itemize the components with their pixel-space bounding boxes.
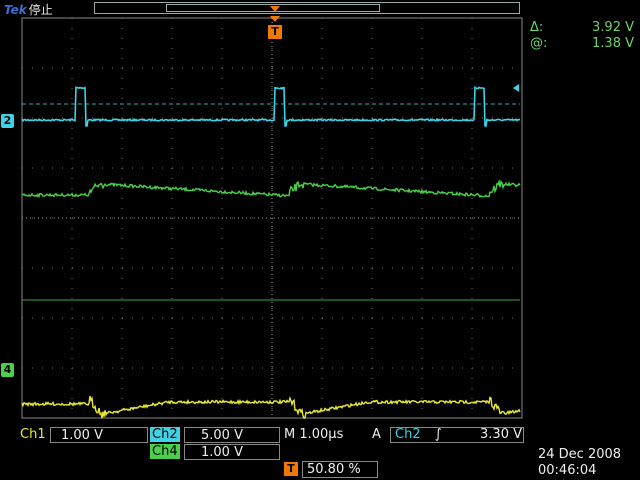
trigger-time-badge: T bbox=[268, 25, 282, 39]
trigger-position-value: 50.80 % bbox=[302, 461, 378, 478]
ch4-label: Ch4 bbox=[150, 444, 180, 459]
ch1-scale-value: 1.00 V bbox=[50, 427, 148, 443]
ch4-ground-marker[interactable]: 4 bbox=[1, 363, 14, 377]
ch2-ground-marker[interactable]: 2 bbox=[1, 114, 14, 128]
trigger-position-marker bbox=[270, 6, 280, 22]
ch2-scale-value: 5.00 V bbox=[184, 427, 280, 443]
trigger-readout[interactable]: A Ch2 ∫ 3.30 V bbox=[372, 427, 524, 443]
timebase-mode: M bbox=[284, 427, 296, 442]
trigger-label: A bbox=[372, 427, 381, 442]
graticule bbox=[21, 17, 523, 419]
ch1-label: Ch1 bbox=[20, 427, 46, 442]
time: 00:46:04 bbox=[538, 463, 597, 478]
delta-value: 3.92 V bbox=[592, 20, 634, 35]
trigger-position-readout[interactable]: T 50.80 % bbox=[284, 461, 380, 478]
cursor-readout: Δ: 3.92 V @: 1.38 V bbox=[530, 20, 634, 52]
ch4-waveform bbox=[21, 178, 521, 199]
trigger-level: 3.30 V bbox=[480, 427, 522, 442]
delta-symbol: Δ: bbox=[530, 20, 544, 35]
date: 24 Dec 2008 bbox=[538, 447, 622, 462]
at-value: 1.38 V bbox=[592, 36, 634, 51]
date-time: 24 Dec 2008 00:46:04 bbox=[538, 447, 638, 479]
oscilloscope-screen bbox=[21, 6, 523, 419]
ch2-label: Ch2 bbox=[150, 427, 180, 442]
timebase-readout[interactable]: M 1.00µs bbox=[284, 427, 343, 443]
trigger-position-badge: T bbox=[284, 462, 298, 476]
ch4-scale-readout[interactable]: Ch4 1.00 V bbox=[150, 444, 282, 460]
at-symbol: @: bbox=[530, 36, 548, 51]
timebase-scale: 1.00µs bbox=[299, 427, 344, 442]
ch2-waveform bbox=[21, 85, 521, 127]
ch1-waveform bbox=[21, 395, 521, 419]
trigger-level-arrow bbox=[513, 84, 519, 92]
ch2-scale-readout[interactable]: Ch2 5.00 V bbox=[150, 427, 282, 443]
ch4-scale-value: 1.00 V bbox=[184, 444, 280, 460]
ch1-scale-readout[interactable]: Ch1 1.00 V bbox=[20, 427, 148, 443]
